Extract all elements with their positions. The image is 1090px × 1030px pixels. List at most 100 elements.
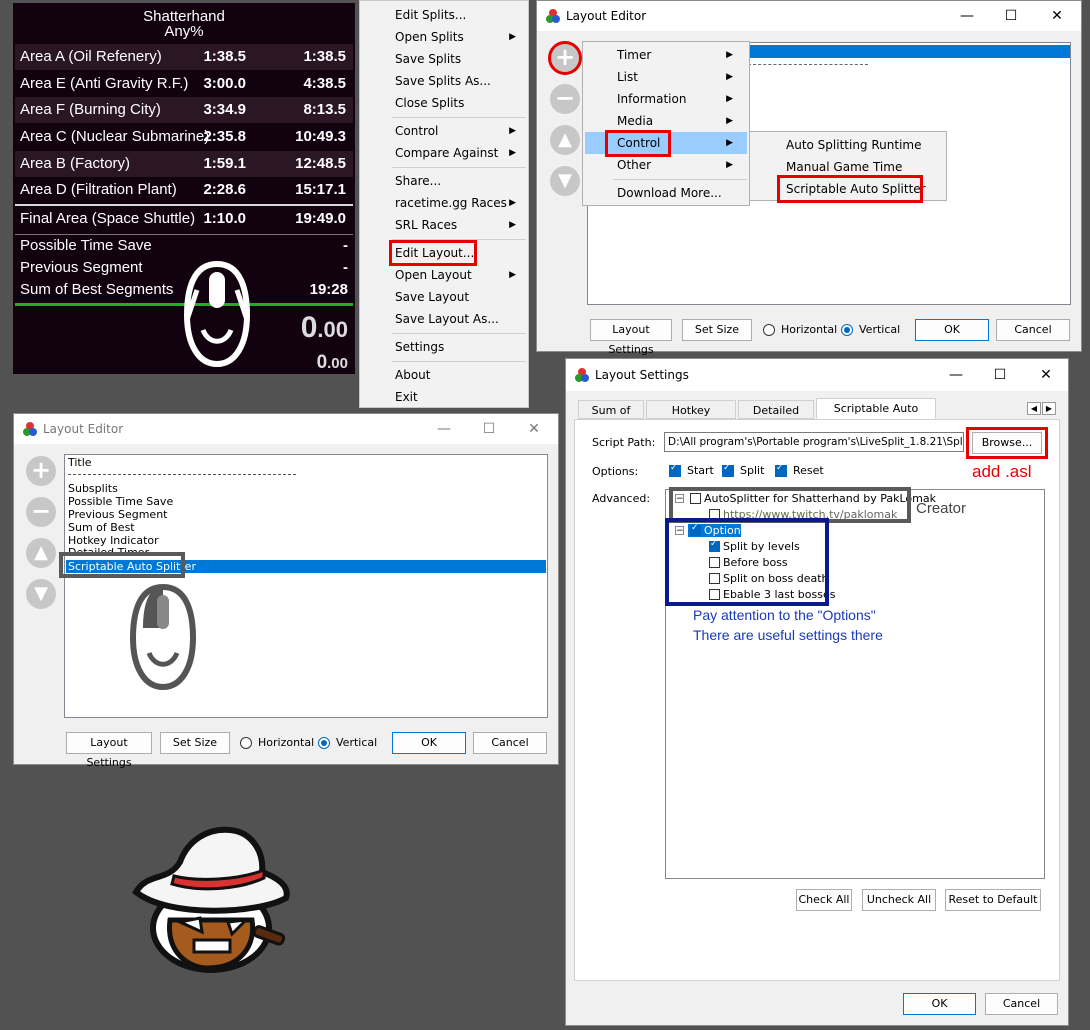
menu-item-save-layout[interactable]: Save Layout bbox=[395, 286, 520, 308]
split-checkbox[interactable] bbox=[722, 463, 734, 477]
livesplit-timer[interactable]: Shatterhand Any% Area A (Oil Refenery) 1:… bbox=[13, 3, 355, 374]
ok-button[interactable]: OK bbox=[915, 319, 989, 341]
annotation-creator: Creator bbox=[916, 500, 967, 517]
menu-item-save-splits[interactable]: Save Splits bbox=[395, 48, 520, 70]
tab-hotkey-indicator[interactable]: Hotkey Indicator bbox=[646, 400, 736, 436]
menu-item-information[interactable]: Information ▶ bbox=[617, 88, 737, 110]
split-row: Area E (Anti Gravity R.F.) 3:00.0 4:38.5 bbox=[20, 75, 346, 92]
tab-scriptable-auto-splitter[interactable]: Scriptable Auto Splitter bbox=[816, 398, 936, 434]
menu-item-control[interactable]: Control ▶ bbox=[395, 120, 520, 142]
highlight-box bbox=[966, 427, 1048, 459]
menu-item-edit-splits[interactable]: Edit Splits... bbox=[395, 4, 520, 26]
remove-icon[interactable]: − bbox=[550, 84, 580, 114]
menu-item-download-more[interactable]: Download More... bbox=[617, 182, 737, 204]
move-down-icon[interactable]: ▼ bbox=[26, 579, 56, 609]
horizontal-radio[interactable] bbox=[240, 737, 252, 749]
cancel-button[interactable]: Cancel bbox=[996, 319, 1070, 341]
options-label: Options: bbox=[592, 465, 639, 478]
list-item[interactable]: Previous Segment bbox=[68, 508, 167, 521]
close-icon[interactable]: ✕ bbox=[1047, 6, 1067, 26]
minimize-icon[interactable]: — bbox=[946, 365, 966, 385]
tab-sum-of-best[interactable]: Sum of Best bbox=[578, 400, 644, 436]
reset-to-default-button[interactable]: Reset to Default bbox=[945, 889, 1041, 911]
components-list[interactable]: Title Subsplits Possible Time Save Previ… bbox=[64, 454, 548, 718]
minimize-icon[interactable]: — bbox=[957, 6, 977, 26]
menu-item-list[interactable]: List ▶ bbox=[617, 66, 737, 88]
menu-item-save-layout-as[interactable]: Save Layout As... bbox=[395, 308, 520, 330]
maximize-icon[interactable]: ☐ bbox=[1001, 6, 1021, 26]
menu-item-open-layout[interactable]: Open Layout ▶ bbox=[395, 264, 520, 286]
maximize-icon[interactable]: ☐ bbox=[479, 419, 499, 439]
uncheck-all-button[interactable]: Uncheck All bbox=[862, 889, 936, 911]
vertical-label: Vertical bbox=[336, 736, 378, 749]
move-down-icon[interactable]: ▼ bbox=[550, 166, 580, 196]
menu-item-timer[interactable]: Timer ▶ bbox=[617, 44, 737, 66]
final-split-row: Final Area (Space Shuttle) 1:10.0 19:49.0 bbox=[20, 210, 346, 227]
cancel-button[interactable]: Cancel bbox=[985, 993, 1058, 1015]
check-all-button[interactable]: Check All bbox=[796, 889, 852, 911]
context-menu[interactable]: Edit Splits... Open Splits ▶ Save Splits … bbox=[359, 0, 529, 408]
chevron-right-icon: ▶ bbox=[726, 50, 733, 60]
segment-timer: 0.00 bbox=[316, 352, 348, 373]
chevron-right-icon: ▶ bbox=[509, 198, 516, 208]
cowboy-mascot-icon bbox=[132, 826, 290, 973]
move-up-icon[interactable]: ▲ bbox=[26, 538, 56, 568]
maximize-icon[interactable]: ☐ bbox=[990, 365, 1010, 385]
set-size-button[interactable]: Set Size bbox=[160, 732, 230, 754]
layout-editor-window[interactable]: Layout Editor — ☐ ✕ + − ▲ ▼ Timer ▶ List ▶… bbox=[536, 0, 1082, 356]
ok-button[interactable]: OK bbox=[392, 732, 466, 754]
cancel-button[interactable]: Cancel bbox=[473, 732, 547, 754]
split-row: Area B (Factory) 1:59.1 12:48.5 bbox=[15, 151, 353, 177]
title-bar: Layout Editor — ☐ ✕ bbox=[537, 1, 1081, 31]
tab-scroll-left-icon[interactable]: ◀ bbox=[1027, 402, 1041, 415]
menu-item-other[interactable]: Other ▶ bbox=[617, 154, 737, 176]
menu-separator bbox=[392, 333, 526, 334]
add-icon[interactable]: + bbox=[26, 456, 56, 486]
layout-editor-window-2[interactable]: Layout Editor — ☐ ✕ + − ▲ ▼ Title Subspl… bbox=[13, 413, 559, 769]
layout-settings-button[interactable]: Layout Settings bbox=[590, 319, 672, 356]
selected-item[interactable] bbox=[748, 45, 1070, 58]
list-item[interactable]: Subsplits bbox=[68, 482, 118, 495]
start-checkbox[interactable] bbox=[669, 463, 681, 477]
menu-item-racetime-races[interactable]: racetime.gg Races ▶ bbox=[395, 192, 520, 214]
annotation-note-2: There are useful settings there bbox=[693, 627, 883, 643]
horizontal-radio[interactable] bbox=[763, 324, 775, 336]
menu-item-about[interactable]: About bbox=[395, 364, 520, 386]
minimize-icon[interactable]: — bbox=[434, 419, 454, 439]
close-icon[interactable]: ✕ bbox=[1036, 365, 1056, 385]
list-item[interactable]: Possible Time Save bbox=[68, 495, 173, 508]
vertical-radio[interactable] bbox=[318, 737, 330, 749]
menu-item-compare-against[interactable]: Compare Against ▶ bbox=[395, 142, 520, 164]
vertical-radio[interactable] bbox=[841, 324, 853, 336]
menu-item-exit[interactable]: Exit bbox=[395, 386, 520, 408]
possible-time-save-row: Possible Time Save - bbox=[20, 237, 348, 254]
menu-item-settings[interactable]: Settings bbox=[395, 336, 520, 358]
menu-item-auto-splitting-runtime[interactable]: Auto Splitting Runtime bbox=[786, 134, 944, 156]
set-size-button[interactable]: Set Size bbox=[682, 319, 752, 341]
chevron-right-icon: ▶ bbox=[726, 138, 733, 148]
chevron-right-icon: ▶ bbox=[726, 116, 733, 126]
close-icon[interactable]: ✕ bbox=[524, 419, 544, 439]
menu-item-media[interactable]: Media ▶ bbox=[617, 110, 737, 132]
remove-icon[interactable]: − bbox=[26, 497, 56, 527]
tab-detailed-timer[interactable]: Detailed Timer bbox=[738, 400, 814, 436]
menu-item-open-splits[interactable]: Open Splits ▶ bbox=[395, 26, 520, 48]
menu-item-save-splits-as[interactable]: Save Splits As... bbox=[395, 70, 520, 92]
menu-item-close-splits[interactable]: Close Splits bbox=[395, 92, 520, 114]
menu-separator bbox=[392, 361, 526, 362]
separator-line bbox=[748, 64, 868, 65]
livesplit-icon bbox=[23, 422, 37, 436]
script-path-input[interactable]: D:\All program's\Portable program's\Live… bbox=[664, 432, 964, 452]
list-item[interactable]: Title bbox=[68, 456, 92, 469]
add-component-menu[interactable]: Timer ▶ List ▶ Information ▶ Media ▶ Control… bbox=[582, 41, 750, 206]
ok-button[interactable]: OK bbox=[903, 993, 976, 1015]
tab-scroll-right-icon[interactable]: ▶ bbox=[1042, 402, 1056, 415]
vertical-label: Vertical bbox=[859, 323, 901, 336]
menu-item-srl-races[interactable]: SRL Races ▶ bbox=[395, 214, 520, 236]
layout-settings-button[interactable]: Layout Settings bbox=[66, 732, 152, 769]
move-up-icon[interactable]: ▲ bbox=[550, 125, 580, 155]
horizontal-label: Horizontal bbox=[258, 736, 315, 749]
menu-item-share[interactable]: Share... bbox=[395, 170, 520, 192]
list-item[interactable]: Sum of Best bbox=[68, 521, 135, 534]
reset-checkbox[interactable] bbox=[775, 463, 787, 477]
